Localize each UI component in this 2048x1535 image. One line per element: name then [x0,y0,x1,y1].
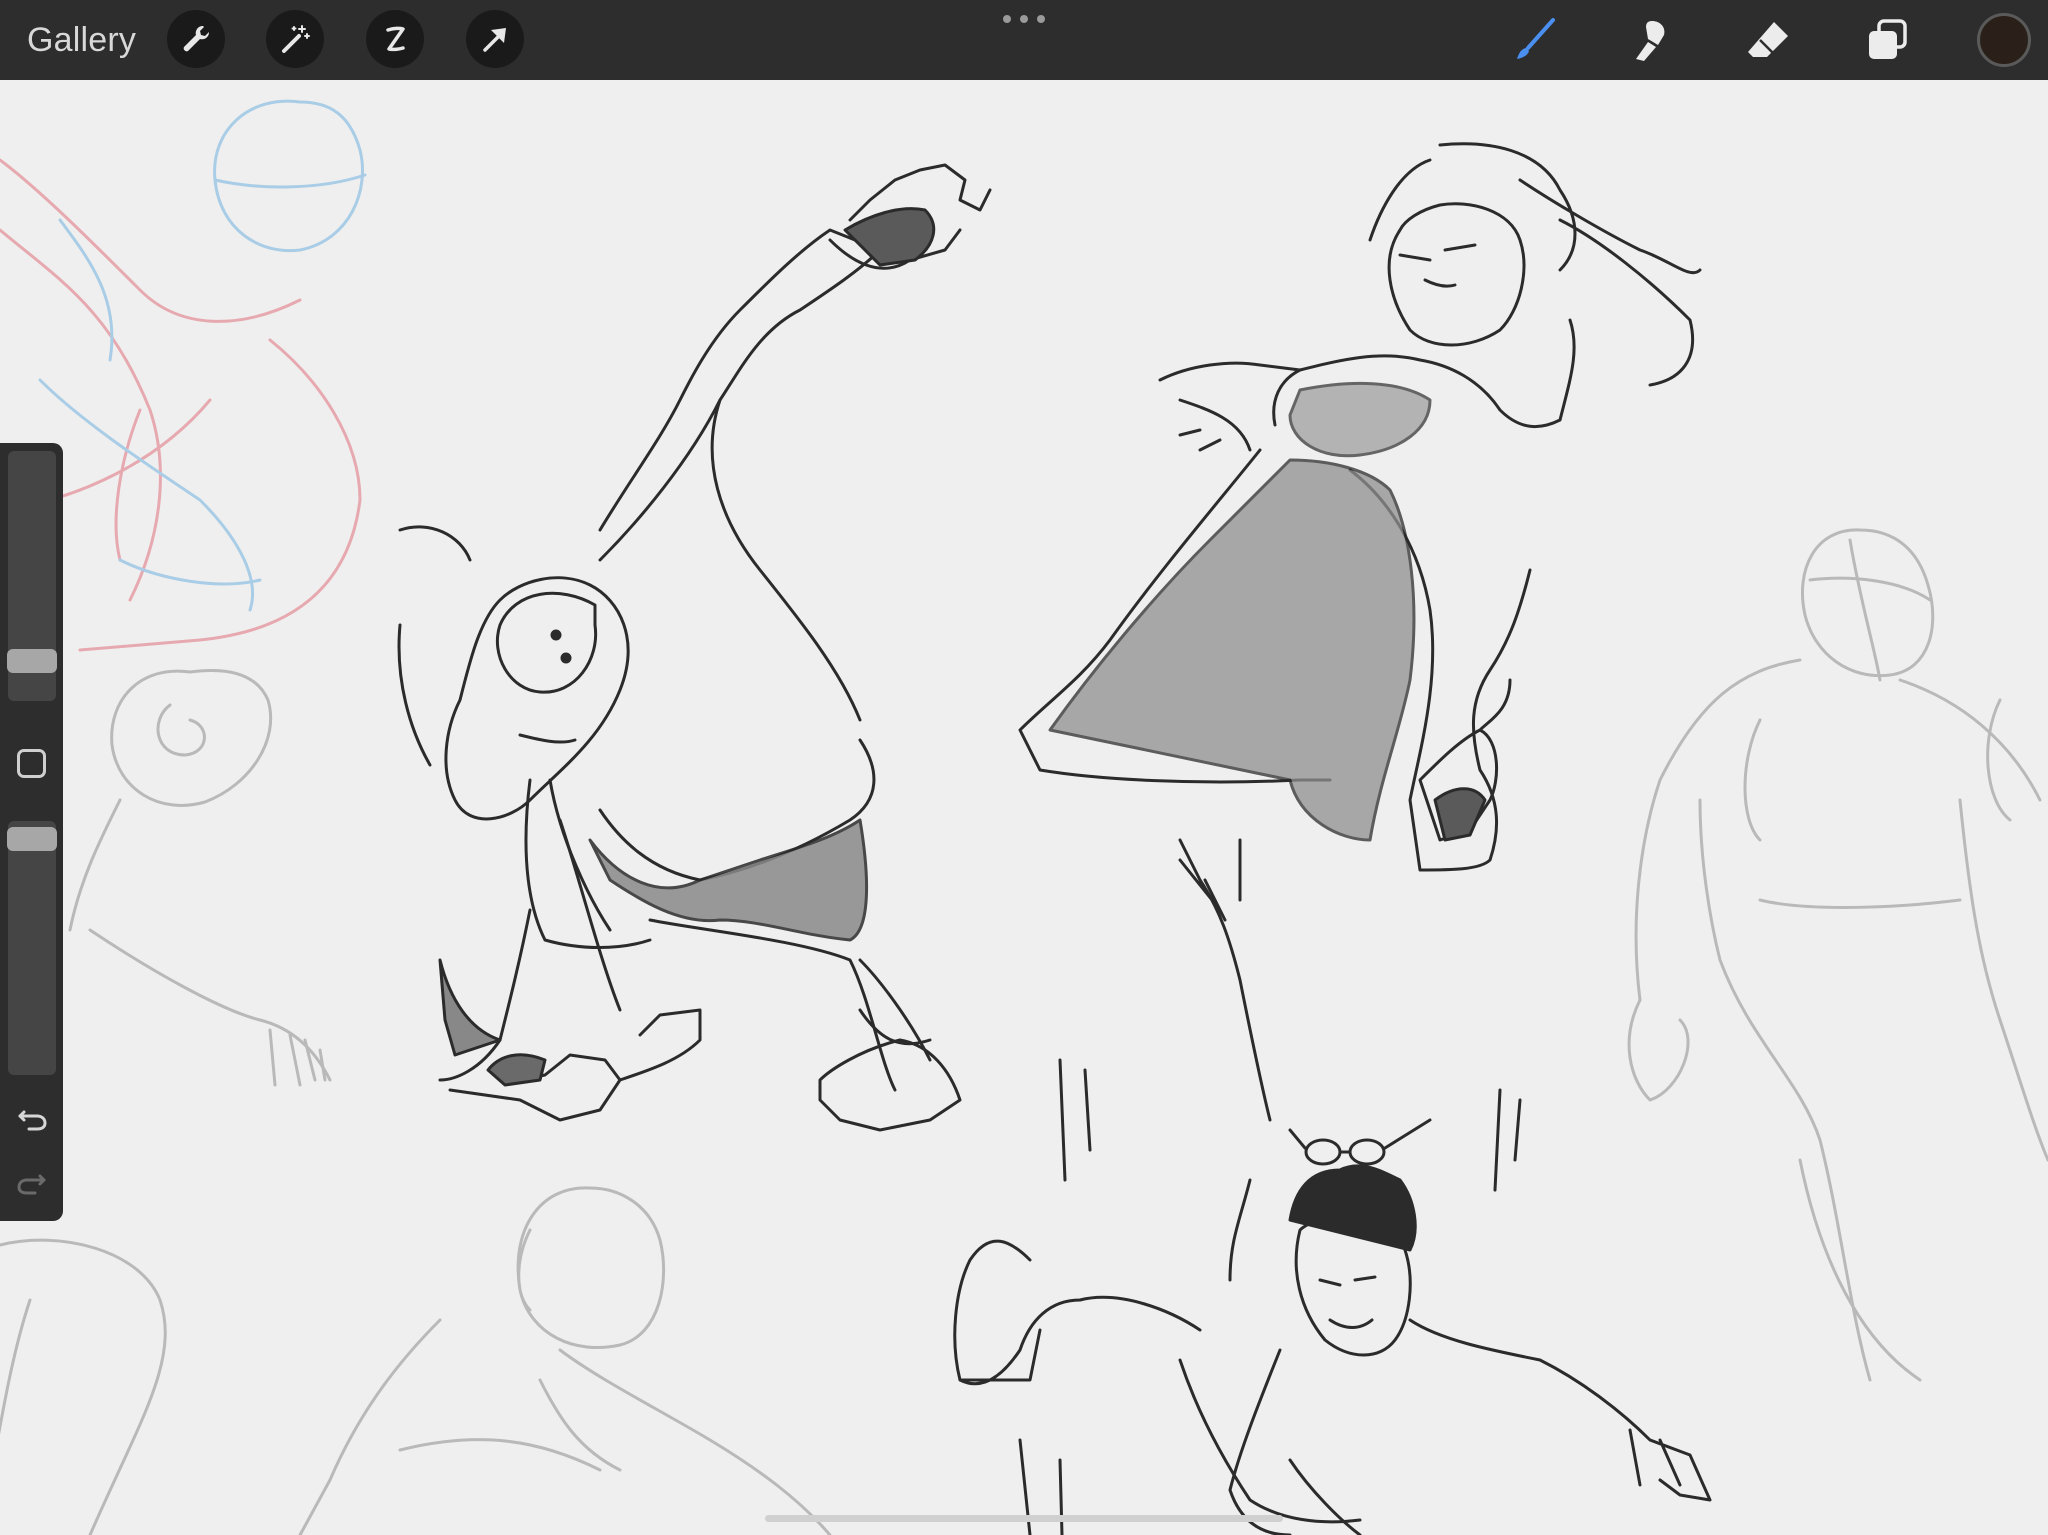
brush-size-slider[interactable] [7,451,57,701]
layers-tool-button[interactable] [1857,12,1917,68]
wrench-icon [183,25,210,52]
smudge-icon [1636,21,1665,61]
transform-button[interactable] [466,10,524,68]
top-toolbar: Gallery [0,0,2048,80]
color-picker-button[interactable] [1977,13,2031,67]
adjustments-button[interactable] [266,10,324,68]
brush-opacity-thumb[interactable] [7,827,57,851]
gallery-button[interactable]: Gallery [27,18,136,62]
more-options-icon[interactable] [1003,10,1045,28]
selection-icon [386,26,405,52]
brush-size-thumb[interactable] [7,649,57,673]
layers-icon [1869,19,1907,59]
redo-icon [17,1174,46,1195]
brush-opacity-slider[interactable] [7,821,57,1075]
selection-button[interactable] [366,10,424,68]
smudge-tool-button[interactable] [1621,12,1681,68]
actions-button[interactable] [167,10,225,68]
modify-button[interactable] [17,749,46,778]
home-indicator [765,1515,1283,1522]
undo-icon [18,1110,47,1131]
undo-button[interactable] [14,1100,50,1136]
magic-wand-icon [282,25,310,53]
arrow-cursor-icon [483,28,506,52]
sketch-artwork [0,99,2048,1535]
brush-icon [1517,18,1555,59]
redo-button[interactable] [14,1164,50,1200]
drawing-canvas[interactable] [0,80,2048,1535]
eraser-tool-button[interactable] [1738,12,1798,68]
brush-tool-button[interactable] [1505,12,1565,68]
eraser-icon [1748,22,1788,57]
brush-sidebar [0,443,63,1221]
